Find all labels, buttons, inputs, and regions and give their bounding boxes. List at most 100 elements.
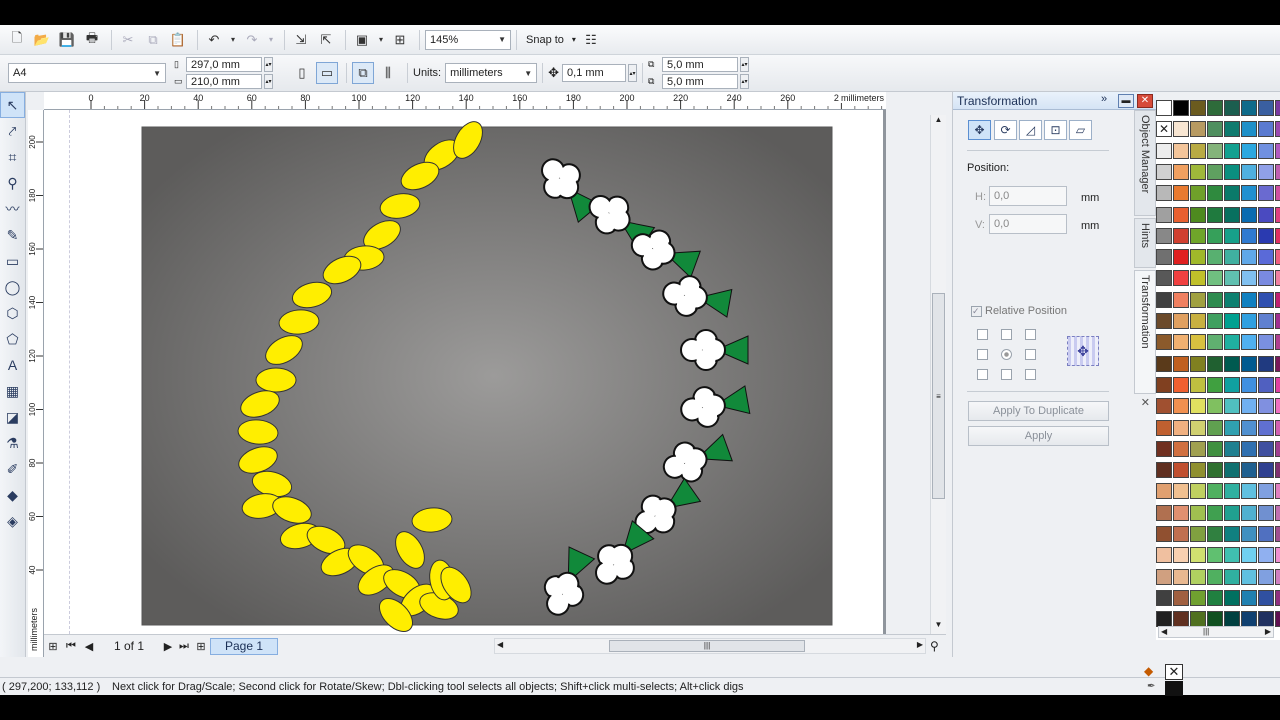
anchor-middle-right[interactable]	[1025, 349, 1036, 360]
color-swatch[interactable]	[1190, 100, 1206, 116]
color-swatch[interactable]	[1275, 121, 1280, 138]
landscape-icon[interactable]: ▭	[316, 62, 338, 84]
eyedropper-tool-icon[interactable]: ⚗	[0, 430, 25, 456]
color-swatch[interactable]	[1258, 526, 1274, 542]
color-swatch[interactable]	[1207, 589, 1223, 606]
pick-tool-icon[interactable]: ↖	[0, 92, 25, 118]
color-swatch[interactable]	[1156, 547, 1172, 564]
color-swatch[interactable]	[1258, 185, 1274, 202]
color-swatch[interactable]	[1173, 568, 1189, 585]
page-tab[interactable]: Page 1	[210, 637, 279, 655]
duplicate-y-spinner[interactable]: ▴▾	[740, 74, 750, 89]
launcher-dropdown-icon[interactable]: ▾	[376, 29, 386, 51]
color-swatch[interactable]	[1275, 568, 1280, 585]
leaf-shape[interactable]	[255, 367, 297, 393]
color-swatch[interactable]	[1275, 185, 1280, 202]
color-swatch[interactable]	[1224, 376, 1240, 393]
color-swatch[interactable]	[1190, 547, 1206, 564]
color-swatch[interactable]	[1241, 142, 1257, 159]
color-swatch[interactable]	[1241, 227, 1257, 244]
color-swatch[interactable]	[1156, 163, 1172, 180]
color-swatch[interactable]	[1156, 398, 1172, 415]
color-swatch[interactable]	[1241, 504, 1257, 521]
color-swatch[interactable]	[1275, 249, 1280, 266]
color-swatch[interactable]	[1224, 504, 1240, 521]
previous-page-icon[interactable]: ◀	[80, 640, 98, 653]
color-swatch[interactable]	[1258, 376, 1274, 393]
color-swatch[interactable]	[1224, 291, 1240, 308]
scroll-down-icon[interactable]: ▼	[931, 620, 946, 634]
crop-tool-icon[interactable]: ⌗	[0, 144, 25, 170]
color-swatch[interactable]	[1241, 398, 1257, 415]
color-swatch[interactable]	[1156, 568, 1172, 585]
copy-icon[interactable]: ⧉	[142, 29, 164, 51]
color-swatch[interactable]	[1156, 249, 1172, 266]
vertical-scrollbar[interactable]: ▲ ≡ ▼	[930, 115, 946, 634]
color-swatch[interactable]	[1224, 163, 1240, 180]
color-swatch[interactable]	[1258, 142, 1274, 159]
color-swatch[interactable]	[1224, 185, 1240, 202]
color-swatch[interactable]	[1207, 611, 1223, 628]
color-swatch[interactable]	[1258, 568, 1274, 585]
color-swatch[interactable]	[1241, 163, 1257, 180]
color-swatch[interactable]	[1190, 483, 1206, 500]
color-swatch[interactable]	[1173, 206, 1189, 223]
color-swatch[interactable]	[1173, 419, 1189, 436]
color-swatch[interactable]	[1173, 440, 1189, 457]
color-swatch[interactable]	[1190, 611, 1206, 628]
color-swatch[interactable]	[1241, 121, 1257, 138]
color-swatch[interactable]	[1241, 568, 1257, 585]
outline-tool-icon[interactable]: ✐	[0, 456, 25, 482]
color-swatch[interactable]	[1156, 142, 1172, 159]
color-swatch[interactable]	[1275, 313, 1280, 329]
duplicate-x-spinner[interactable]: ▴▾	[740, 57, 750, 72]
redo-icon[interactable]: ↷	[241, 29, 263, 51]
color-swatch[interactable]	[1207, 249, 1223, 266]
color-swatch[interactable]	[1275, 163, 1280, 180]
color-swatch[interactable]	[1241, 334, 1257, 351]
add-page-icon[interactable]: ⊞	[44, 640, 62, 653]
rotate-tab-icon[interactable]: ⟳	[994, 120, 1017, 140]
color-swatch[interactable]	[1224, 100, 1240, 116]
color-swatch[interactable]	[1258, 100, 1274, 116]
color-swatch[interactable]	[1190, 398, 1206, 415]
scroll-right-icon[interactable]: ▶	[917, 640, 923, 649]
anchor-top-right[interactable]	[1025, 329, 1036, 340]
scroll-left-icon[interactable]: ◀	[497, 640, 503, 649]
all-pages-icon[interactable]: ⧉	[352, 62, 374, 84]
application-launcher-icon[interactable]: ▣	[351, 29, 373, 51]
palette-scrollbar[interactable]: ◀ ||| ▶	[1158, 626, 1274, 638]
close-icon[interactable]: ✕	[1137, 94, 1153, 108]
color-swatch[interactable]	[1190, 376, 1206, 393]
color-swatch[interactable]	[1241, 526, 1257, 542]
h-position-input[interactable]: 0,0	[989, 186, 1067, 206]
color-swatch[interactable]	[1156, 206, 1172, 223]
color-swatch[interactable]	[1207, 526, 1223, 542]
color-swatch[interactable]	[1224, 313, 1240, 329]
color-swatch[interactable]	[1207, 270, 1223, 287]
color-swatch[interactable]	[1275, 100, 1280, 116]
color-swatch[interactable]	[1207, 419, 1223, 436]
anchor-bottom-left[interactable]	[977, 369, 988, 380]
outline-color-swatch[interactable]	[1165, 681, 1183, 696]
color-swatch[interactable]	[1275, 589, 1280, 606]
minimize-icon[interactable]: ▬	[1118, 94, 1134, 108]
color-swatch[interactable]	[1224, 611, 1240, 628]
interactive-tool-icon[interactable]: ◪	[0, 404, 25, 430]
color-swatch[interactable]	[1156, 526, 1172, 542]
color-swatch[interactable]	[1258, 121, 1274, 138]
color-swatch[interactable]	[1258, 163, 1274, 180]
color-swatch[interactable]	[1156, 313, 1172, 329]
color-swatch[interactable]	[1275, 526, 1280, 542]
color-swatch[interactable]	[1207, 568, 1223, 585]
color-swatch[interactable]	[1224, 270, 1240, 287]
color-swatch[interactable]	[1207, 121, 1223, 138]
color-swatch[interactable]	[1190, 313, 1206, 329]
color-swatch[interactable]	[1207, 142, 1223, 159]
color-swatch[interactable]	[1156, 355, 1172, 372]
scroll-thumb[interactable]: ≡	[932, 293, 945, 499]
color-swatch[interactable]	[1275, 291, 1280, 308]
zoom-navigator-icon[interactable]: ⚲	[930, 639, 939, 653]
zoom-tool-icon[interactable]: ⚲	[0, 170, 25, 196]
color-swatch[interactable]	[1224, 334, 1240, 351]
